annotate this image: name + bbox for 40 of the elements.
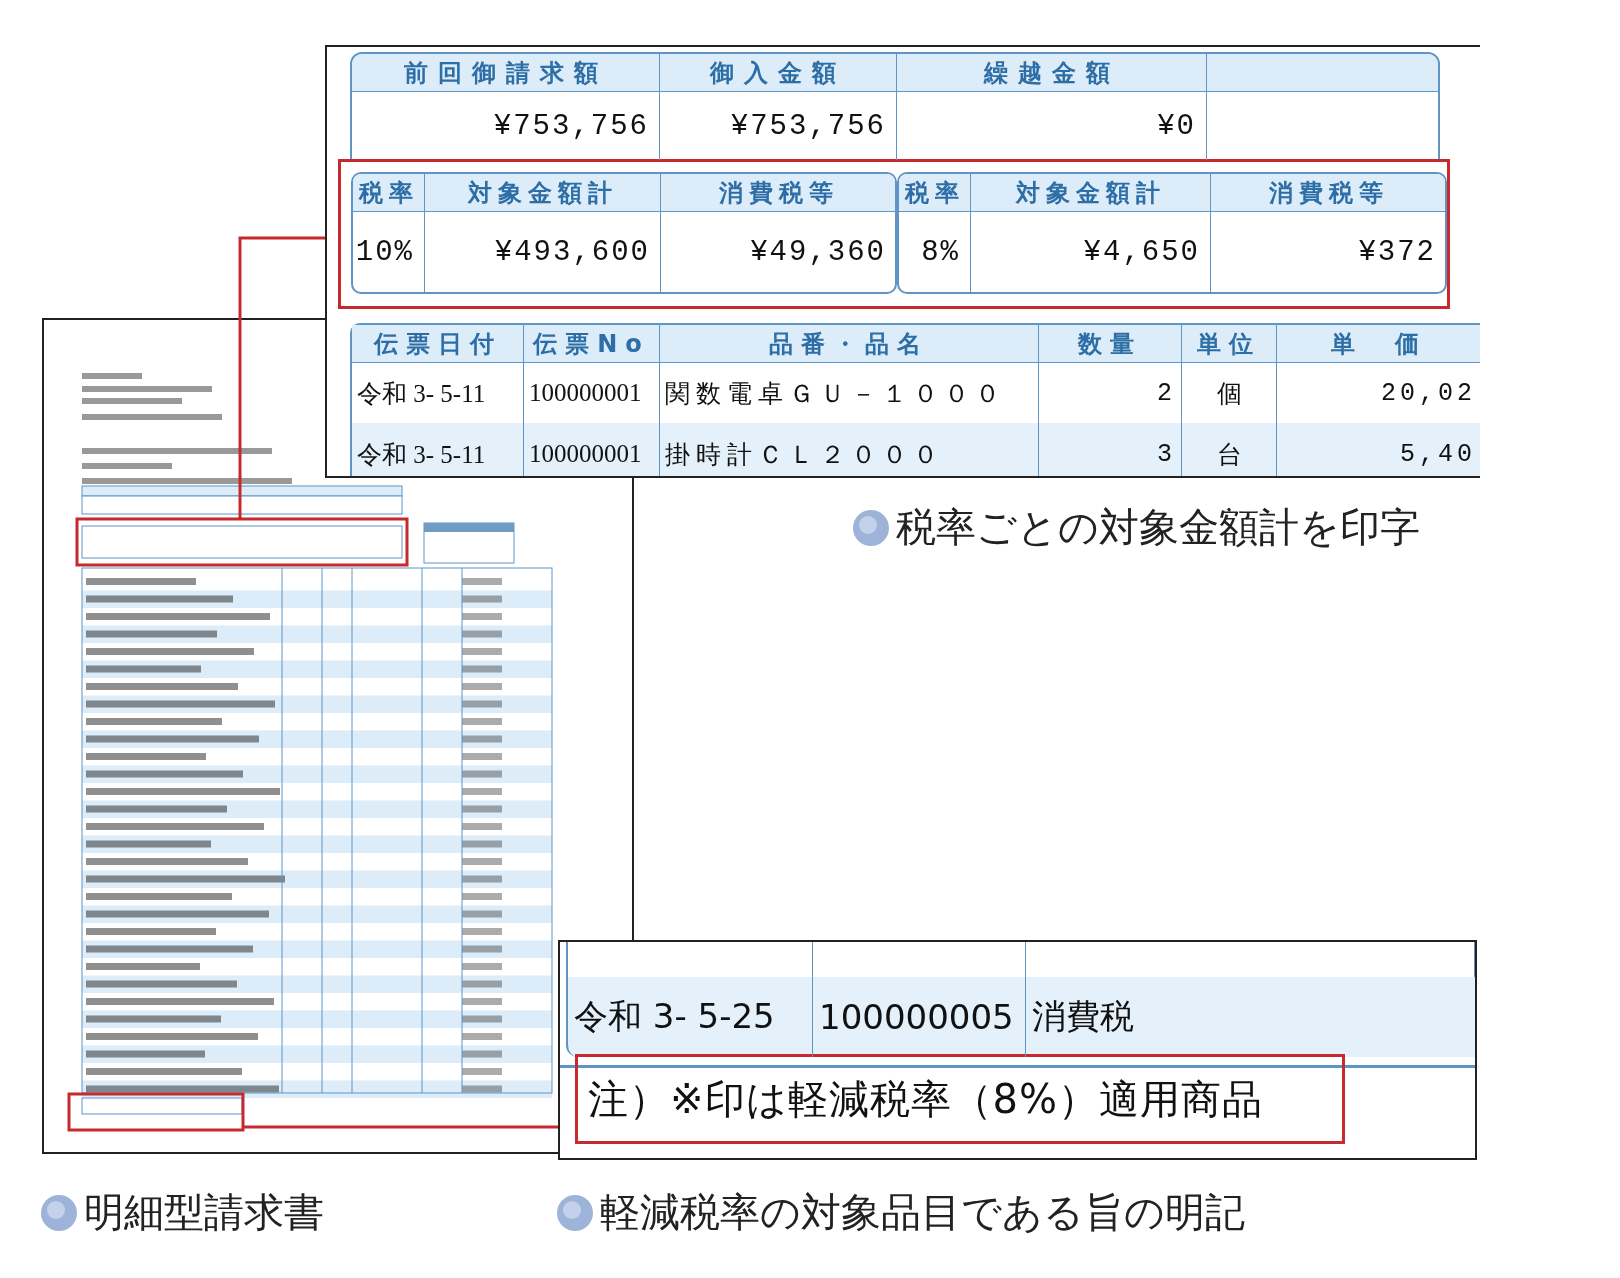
column-header: 前回御請求額 bbox=[352, 54, 660, 92]
column-header: 税率 bbox=[899, 174, 971, 212]
column-header: 品番・品名 bbox=[660, 325, 1039, 363]
caption-text: 明細型請求書 bbox=[84, 1188, 324, 1237]
note-text: 注）※印は軽減税率（8%）適用商品 bbox=[575, 1054, 1345, 1144]
table-cell: ¥753,756 bbox=[660, 92, 897, 160]
table-cell: 令和 3- 5-25 bbox=[568, 977, 813, 1057]
bullet-icon bbox=[40, 1193, 78, 1232]
caption-text: 税率ごとの対象金額計を印字 bbox=[896, 503, 1420, 552]
table-cell: 5,40 bbox=[1277, 423, 1480, 476]
table-cell: ¥4,650 bbox=[971, 212, 1211, 292]
table-cell: 8% bbox=[899, 212, 971, 292]
table-cell: ¥493,600 bbox=[425, 212, 661, 292]
column-header: 対象金額計 bbox=[971, 174, 1211, 212]
table-cell: 掛時計ＣＬ２０００ bbox=[660, 423, 1039, 476]
column-header: 伝票No bbox=[524, 325, 660, 363]
table-cell: 100000005 bbox=[813, 977, 1026, 1057]
column-header: 伝票日付 bbox=[352, 325, 524, 363]
column-header: 単 価 bbox=[1277, 325, 1480, 363]
table-cell: 100000001 bbox=[524, 423, 660, 476]
column-header: 対象金額計 bbox=[425, 174, 661, 212]
caption-text: 軽減税率の対象品目である旨の明記 bbox=[600, 1188, 1245, 1237]
column-header: 消費税等 bbox=[661, 174, 895, 212]
table-cell: ¥753,756 bbox=[352, 92, 660, 160]
table-cell: 3 bbox=[1039, 423, 1182, 476]
table-cell-text: 消費税 bbox=[1031, 995, 1135, 1038]
column-header: 税率 bbox=[353, 174, 425, 212]
table-cell: 台 bbox=[1182, 423, 1277, 476]
table-cell-text: ¥49,360 bbox=[749, 234, 887, 271]
column-header: 単位 bbox=[1182, 325, 1277, 363]
table-cell: 令和 3- 5-11 bbox=[352, 423, 524, 476]
bullet-icon bbox=[556, 1193, 594, 1232]
column-header: 繰越金額 bbox=[897, 54, 1207, 92]
bullet-icon bbox=[852, 508, 890, 547]
column-header: 御入金額 bbox=[660, 54, 897, 92]
column-header: 消費税等 bbox=[1211, 174, 1445, 212]
column-header: 数量 bbox=[1039, 325, 1182, 363]
table-cell: ¥0 bbox=[897, 92, 1207, 160]
table-cell-text: ¥372 bbox=[1357, 234, 1437, 271]
table-cell: 10% bbox=[353, 212, 425, 292]
